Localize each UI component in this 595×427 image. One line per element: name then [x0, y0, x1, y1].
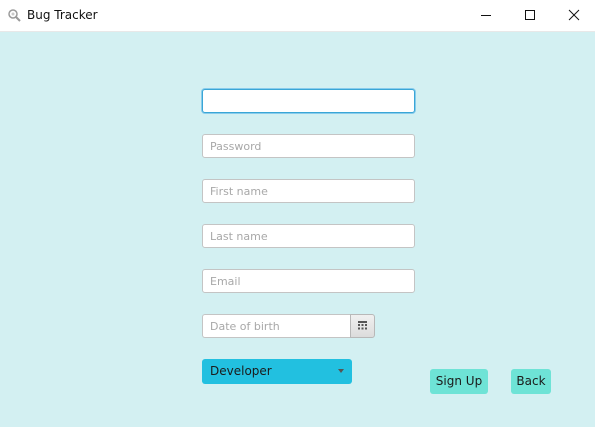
password-input[interactable] [202, 134, 415, 158]
role-selected-value: Developer [210, 364, 272, 378]
window-title: Bug Tracker [27, 8, 98, 22]
date-picker-button[interactable] [350, 314, 375, 338]
minimize-icon [481, 15, 491, 16]
close-icon [568, 9, 580, 21]
sign-up-button[interactable]: Sign Up [430, 369, 488, 394]
username-input[interactable] [202, 89, 415, 113]
date-of-birth-picker [202, 314, 375, 338]
maximize-button[interactable] [507, 0, 553, 31]
minimize-button[interactable] [463, 0, 509, 31]
chevron-down-icon [338, 369, 344, 373]
role-select[interactable]: Developer [202, 359, 352, 384]
close-button[interactable] [551, 0, 595, 31]
title-bar[interactable]: Bug Tracker [0, 0, 595, 32]
app-window: Bug Tracker First name Last name Email D… [0, 0, 595, 427]
first-name-input[interactable] [202, 179, 415, 203]
calendar-icon [358, 321, 367, 330]
last-name-input[interactable] [202, 224, 415, 248]
email-input[interactable] [202, 269, 415, 293]
bug-magnifier-icon [8, 9, 21, 22]
date-of-birth-input[interactable] [202, 314, 350, 338]
maximize-icon [525, 10, 535, 20]
back-button[interactable]: Back [511, 369, 551, 394]
